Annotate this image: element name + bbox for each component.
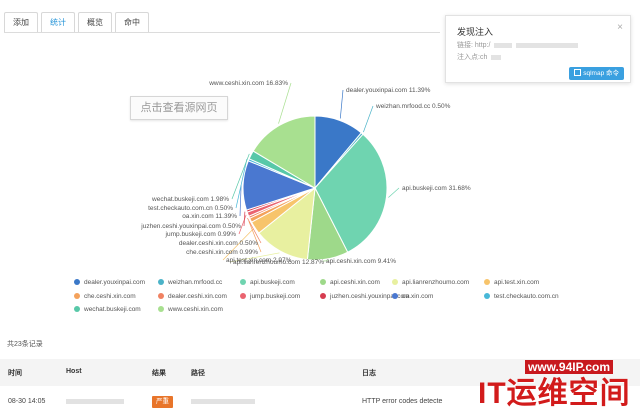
legend-label: wechat.buskeji.com — [84, 306, 141, 313]
legend-item[interactable]: dealer.youxinpai.com — [74, 279, 145, 286]
slice-label: wechat.buskeji.com 1.98% — [151, 196, 229, 203]
legend-color-dot — [484, 279, 490, 285]
slice-label: juzhen.ceshi.youxinpai.com 0.50% — [140, 223, 241, 230]
legend-item[interactable]: wechat.buskeji.com — [74, 306, 141, 313]
legend-item[interactable]: jump.buskeji.com — [240, 293, 300, 300]
row-log: HTTP error codes detecte — [362, 398, 443, 405]
slice-label: www.ceshi.xin.com 16.83% — [208, 80, 288, 87]
legend-label: api.buskeji.com — [250, 279, 295, 286]
legend-item[interactable]: dealer.ceshi.xin.com — [158, 293, 227, 300]
redacted-text — [491, 54, 502, 60]
slice-label: api.test.xin.com 2.97% — [226, 257, 292, 264]
label-leader-line — [388, 187, 400, 198]
legend-item[interactable]: www.ceshi.xin.com — [158, 306, 223, 313]
slice-label: test.checkauto.com.cn 0.50% — [148, 205, 233, 212]
notification-link-line: 链接: http:/ — [457, 40, 579, 50]
redacted-text — [516, 42, 579, 48]
notification-point-line: 注入点:ch — [457, 52, 502, 62]
slice-label: dealer.ceshi.xin.com 0.50% — [179, 240, 258, 247]
notification-link-label: 链接: http:/ — [457, 42, 491, 49]
slice-label: api.ceshi.xin.com 9.41% — [326, 258, 396, 265]
slice-label: oa.xin.com 11.39% — [182, 213, 237, 220]
legend-label: api.ceshi.xin.com — [330, 279, 380, 286]
slice-label: jump.buskeji.com 0.99% — [165, 231, 237, 238]
col-path: 路径 — [191, 370, 205, 377]
label-leader-line — [363, 105, 374, 133]
row-path — [191, 398, 255, 405]
watermark-brand: IT运维空间 — [478, 377, 631, 410]
legend-color-dot — [158, 306, 164, 312]
legend-color-dot — [74, 279, 80, 285]
legend-label: jump.buskeji.com — [250, 293, 301, 300]
legend-color-dot — [158, 293, 164, 299]
legend-label: www.ceshi.xin.com — [168, 306, 223, 313]
label-leader-line — [278, 82, 292, 124]
legend-item[interactable]: weizhan.mrfood.cc — [158, 279, 222, 286]
notification-point-label: 注入点:ch — [457, 54, 488, 61]
legend-item[interactable]: api.test.xin.com — [484, 279, 539, 286]
label-leader-line — [243, 211, 246, 227]
record-count: 共23条记录 — [7, 341, 43, 348]
slice-label: dealer.youxinpai.com 11.39% — [346, 87, 431, 94]
legend-label: oa.xin.com — [402, 293, 434, 300]
legend-color-dot — [484, 293, 490, 299]
slice-label: weizhan.mrfood.cc 0.50% — [375, 103, 451, 110]
legend-color-dot — [240, 293, 246, 299]
legend-item[interactable]: oa.xin.com — [392, 293, 433, 300]
label-leader-line — [339, 89, 344, 119]
redacted-text — [494, 42, 513, 48]
sqlmap-command-button[interactable]: sqlmap 命令 — [569, 67, 624, 80]
legend-color-dot — [74, 306, 80, 312]
row-time: 08-30 14:05 — [8, 398, 46, 405]
view-source-tooltip[interactable]: 点击查看源网页 — [130, 96, 228, 120]
injection-notification: 发现注入 × 链接: http:/ 注入点:ch sqlmap 命令 — [445, 15, 631, 83]
legend-label: weizhan.mrfood.cc — [168, 279, 223, 286]
legend-item[interactable]: api.buskeji.com — [240, 279, 295, 286]
legend-label: test.checkauto.com.cn — [494, 293, 559, 300]
col-host: Host — [66, 368, 82, 375]
legend-item[interactable]: test.checkauto.com.cn — [484, 293, 559, 300]
col-result: 结果 — [152, 370, 166, 377]
legend-color-dot — [392, 279, 398, 285]
legend-color-dot — [320, 279, 326, 285]
col-log: 日志 — [362, 370, 376, 377]
terminal-icon — [574, 69, 582, 76]
watermark-site: www.94IP.com — [525, 360, 614, 374]
legend-color-dot — [320, 293, 326, 299]
row-host — [66, 398, 124, 405]
legend-label: dealer.ceshi.xin.com — [168, 293, 227, 300]
close-icon[interactable]: × — [617, 22, 623, 33]
legend-label: api.lianrenzhoumo.com — [402, 279, 470, 286]
slice-label: che.ceshi.xin.com 0.99% — [186, 249, 258, 256]
legend-item[interactable]: api.ceshi.xin.com — [320, 279, 380, 286]
legend-label: che.ceshi.xin.com — [84, 293, 136, 300]
slice-label: api.buskeji.com 31.68% — [402, 185, 471, 192]
notification-title: 发现注入 — [457, 27, 494, 37]
legend-color-dot — [392, 293, 398, 299]
severity-badge: 严重 — [152, 396, 173, 408]
legend-item[interactable]: api.lianrenzhoumo.com — [392, 279, 469, 286]
legend-label: api.test.xin.com — [494, 279, 540, 286]
legend-color-dot — [74, 293, 80, 299]
legend-color-dot — [240, 279, 246, 285]
legend-item[interactable]: che.ceshi.xin.com — [74, 293, 136, 300]
col-time: 时间 — [8, 370, 22, 377]
legend-color-dot — [158, 279, 164, 285]
legend-label: dealer.youxinpai.com — [84, 279, 146, 286]
